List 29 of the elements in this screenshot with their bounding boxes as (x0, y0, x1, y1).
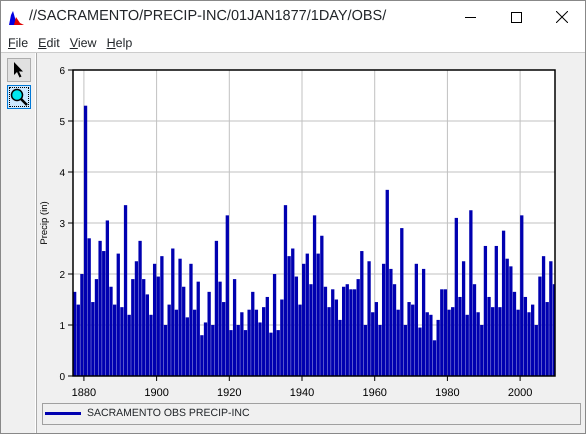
window-title: //SACRAMENTO/PRECIP-INC/01JAN1877/1DAY/OBS/ (29, 7, 388, 26)
y-axis-label: Precip (in) (39, 201, 50, 245)
y-tick-label: 5 (59, 117, 65, 128)
menu-item[interactable]: File (3, 33, 34, 52)
magnifier-icon (10, 88, 28, 106)
x-tick-label: 1940 (290, 387, 314, 399)
pointer-icon (13, 62, 25, 78)
y-tick-label: 6 (59, 66, 65, 77)
zoom-tool-button[interactable] (7, 85, 31, 109)
x-tick-label: 2000 (508, 387, 532, 399)
maximize-icon (510, 12, 522, 22)
pointer-tool-button[interactable] (7, 58, 31, 82)
x-tick-label: 1900 (144, 387, 169, 399)
menu-item[interactable]: Help (102, 33, 138, 52)
x-tick-label: 1920 (217, 387, 242, 399)
close-icon (556, 11, 568, 23)
y-tick-label: 0 (59, 372, 65, 383)
y-tick-label: 3 (59, 219, 65, 230)
x-tick-label: 1960 (362, 387, 387, 399)
legend-label: SACRAMENTO OBS PRECIP-INC (87, 406, 250, 422)
app-icon (8, 8, 25, 26)
y-tick-label: 1 (59, 321, 65, 332)
y-tick-label: 4 (59, 168, 65, 179)
y-tick-label: 2 (59, 270, 65, 281)
menu-item[interactable]: View (64, 33, 102, 52)
x-tick-label: 1880 (72, 387, 96, 399)
x-tick-label: 1980 (435, 387, 460, 399)
menu-item[interactable]: Edit (33, 33, 65, 52)
legend-line (45, 412, 81, 416)
